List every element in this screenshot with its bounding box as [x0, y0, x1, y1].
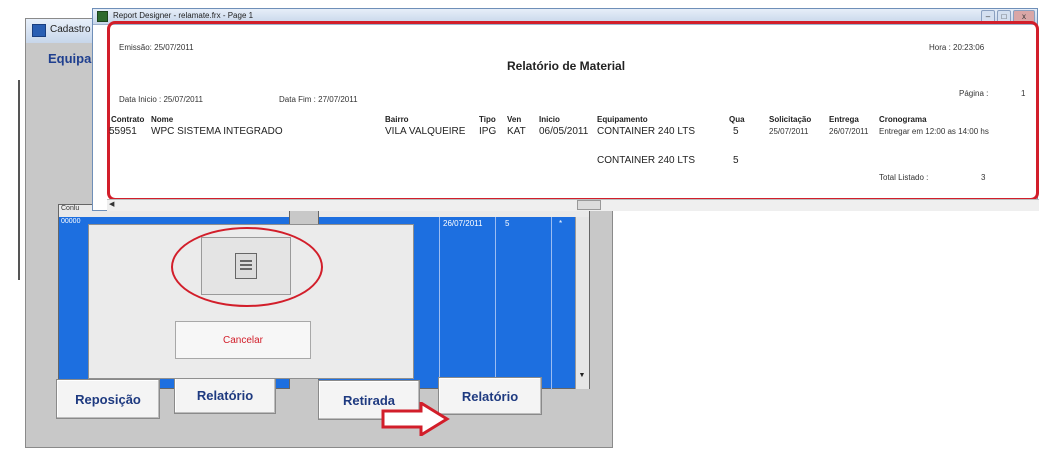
summary-qua: 5	[733, 155, 739, 166]
grid-column-divider	[495, 217, 496, 390]
grid-cell-qty[interactable]: 5	[505, 219, 509, 228]
cell-entrega: 26/07/2011	[829, 127, 869, 136]
horizontal-scrollbar[interactable]: ◀	[107, 199, 1039, 211]
scroll-left-arrow-icon[interactable]: ◀	[109, 200, 114, 208]
col-nome: Nome	[151, 115, 174, 124]
report-dialog: Cancelar	[88, 224, 414, 379]
divider	[18, 80, 20, 280]
relatorio-reposicao-button[interactable]: Relatório	[174, 376, 276, 414]
total-value: 3	[981, 173, 986, 182]
cell-ven: KAT	[507, 126, 526, 137]
cell-contrato: 55951	[109, 126, 137, 137]
hora-value: Hora : 20:23:06	[929, 43, 985, 52]
relatorio-retirada-button[interactable]: Relatório	[438, 377, 542, 415]
equipamento-heading: Equipa	[48, 51, 92, 66]
pagina-label: Página :	[959, 89, 989, 98]
grid-column-divider	[439, 217, 440, 390]
cell-nome: WPC SISTEMA INTEGRADO	[151, 126, 283, 137]
report-designer-window: Report Designer - relamate.frx - Page 1 …	[92, 8, 1039, 211]
summary-equipamento: CONTAINER 240 LTS	[597, 155, 695, 166]
report-window-title: Report Designer - relamate.frx - Page 1	[113, 11, 254, 20]
col-cronograma: Cronograma	[879, 115, 927, 124]
pagina-value: 1	[1021, 89, 1026, 98]
cell-tipo: IPG	[479, 126, 497, 137]
grid-cell-date[interactable]: 26/07/2011	[443, 219, 482, 228]
cell-bairro: VILA VALQUEIRE	[385, 126, 466, 137]
col-contrato: Contrato	[111, 115, 145, 124]
cell-inicio: 06/05/2011	[539, 126, 589, 137]
reposicao-button[interactable]: Reposição	[56, 379, 160, 419]
vertical-scrollbar[interactable]	[575, 217, 589, 389]
col-bairro: Bairro	[385, 115, 409, 124]
cell-qua: 5	[733, 126, 739, 137]
col-ven: Ven	[507, 115, 522, 124]
report-title: Relatório de Material	[507, 59, 626, 73]
col-qua: Qua	[729, 115, 745, 124]
scroll-thumb[interactable]	[577, 200, 601, 210]
col-solicitacao: Solicitação	[769, 115, 812, 124]
report-app-icon	[97, 11, 108, 22]
grid-column-divider	[551, 217, 552, 390]
grid-cell-extra[interactable]: *	[559, 219, 562, 228]
cadastro-title: Cadastro	[50, 24, 91, 35]
app-icon	[32, 24, 46, 37]
col-inicio: Inicio	[539, 115, 560, 124]
data-fim: Data Fim : 27/07/2011	[279, 95, 358, 104]
highlight-circle	[171, 227, 323, 307]
emissao-date: Emissão: 25/07/2011	[119, 43, 194, 52]
total-label: Total Listado :	[879, 173, 929, 182]
cell-solicitacao: 25/07/2011	[769, 127, 809, 136]
data-inicio: Data Inicio : 25/07/2011	[119, 95, 203, 104]
red-arrow-right-icon	[381, 402, 450, 436]
scroll-down-arrow-icon[interactable]: ▼	[577, 371, 587, 381]
col-equipamento: Equipamento	[597, 115, 648, 124]
cell-cronograma: Entregar em 12:00 as 14:00 hs	[879, 127, 989, 136]
cell-equipamento: CONTAINER 240 LTS	[597, 126, 695, 137]
cancel-button[interactable]: Cancelar	[175, 321, 311, 359]
col-entrega: Entrega	[829, 115, 859, 124]
col-tipo: Tipo	[479, 115, 496, 124]
